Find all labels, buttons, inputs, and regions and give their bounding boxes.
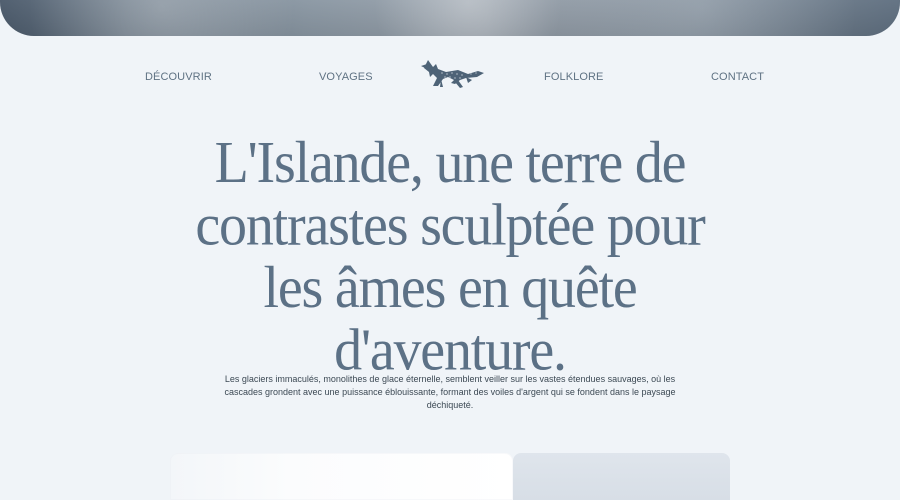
- nav-link-decouvrir[interactable]: DÉCOUVRIR: [145, 71, 212, 83]
- headline-line: les âmes en quête: [263, 254, 638, 321]
- feature-card-image-left: [170, 453, 513, 500]
- hero-description: Les glaciers immaculés, monolithes de gl…: [224, 374, 676, 410]
- fox-icon[interactable]: [420, 56, 486, 92]
- hero-headline: L'Islande, une terre de contrastes sculp…: [120, 129, 780, 382]
- feature-card-image-right: [513, 453, 730, 500]
- headline-line: contrastes sculptée pour: [195, 192, 705, 259]
- hero-banner-image: [0, 0, 900, 36]
- nav-link-voyages[interactable]: VOYAGES: [319, 71, 373, 83]
- nav-link-contact[interactable]: CONTACT: [711, 71, 764, 83]
- headline-line: L'Islande, une terre de: [214, 129, 687, 196]
- nav-link-folklore[interactable]: FOLKLORE: [544, 71, 604, 83]
